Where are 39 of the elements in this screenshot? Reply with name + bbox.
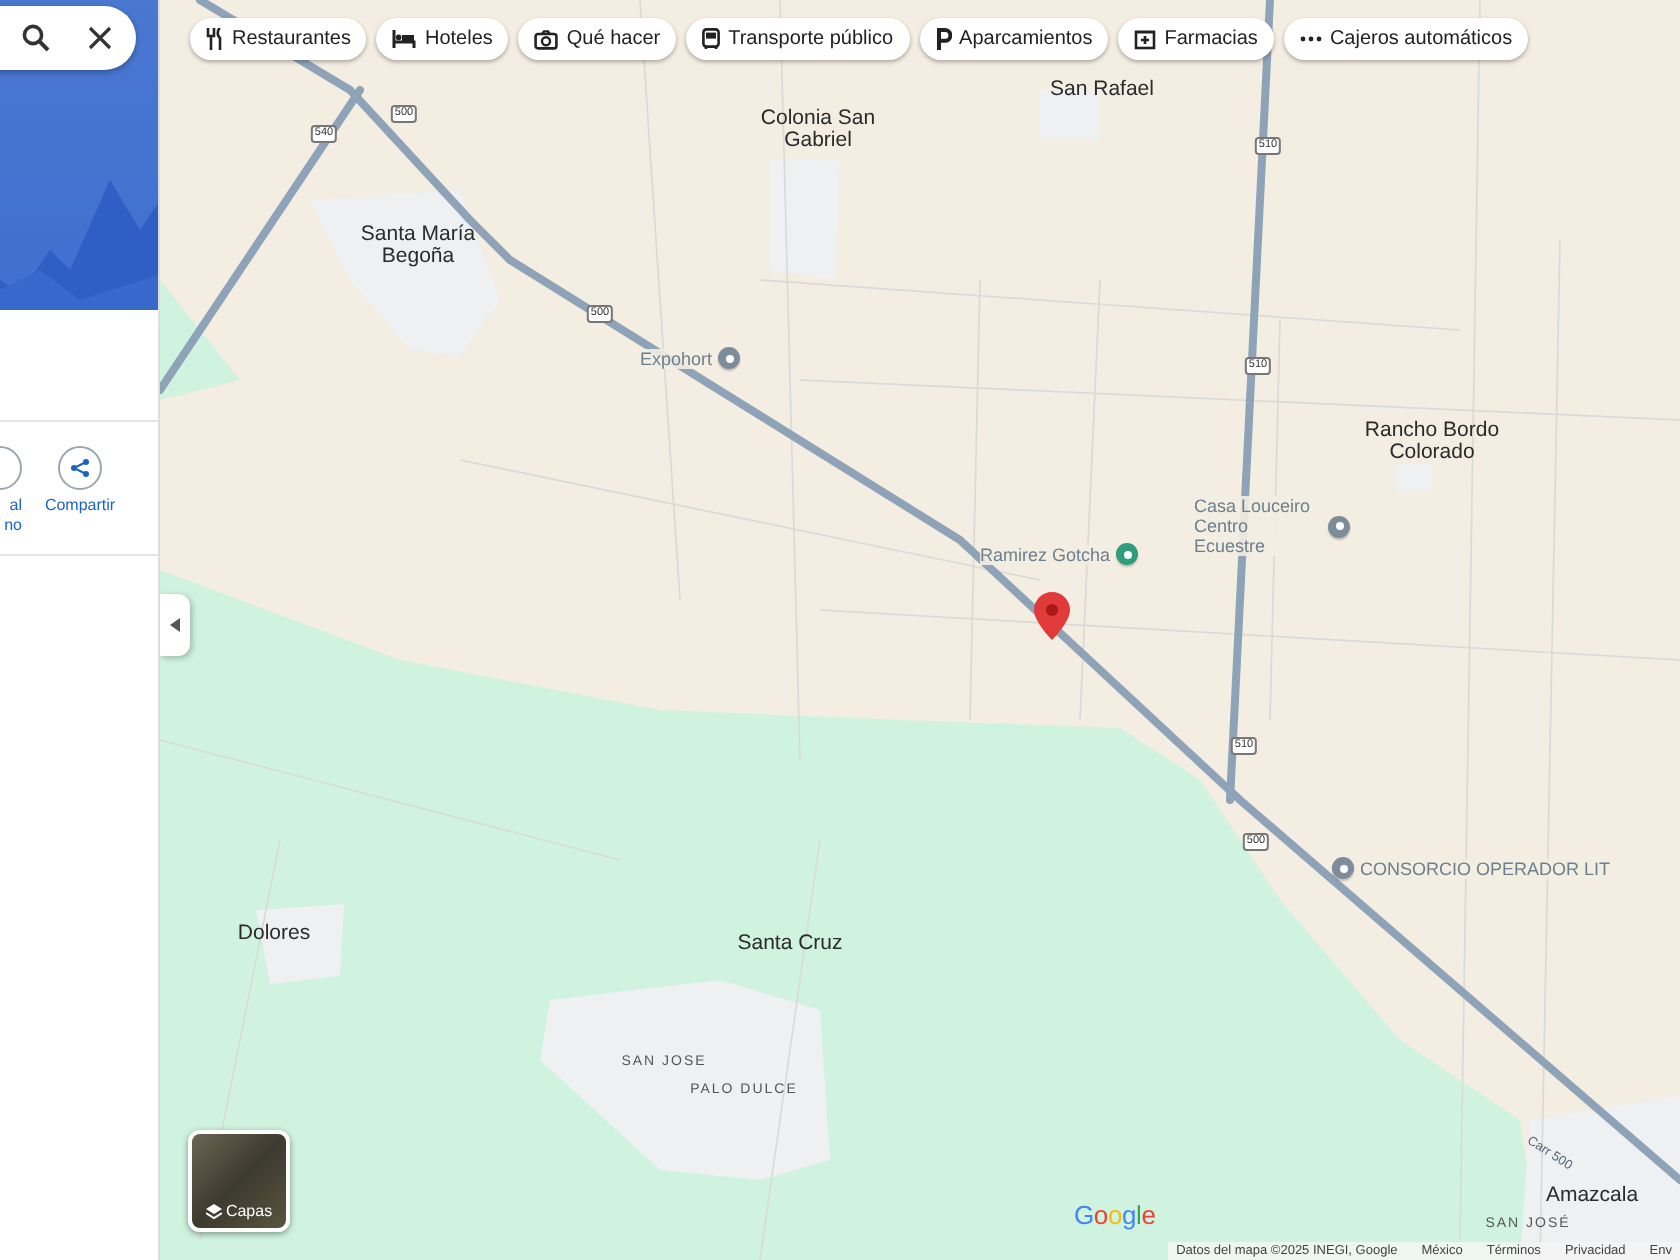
close-icon[interactable] [88, 26, 112, 50]
poi-marker[interactable] [1116, 543, 1139, 565]
category-chip[interactable]: Qué hacer [518, 18, 677, 60]
action-button[interactable]: al no [0, 446, 22, 554]
bed-icon [392, 30, 417, 48]
poi-label[interactable]: CONSORCIO OPERADOR LIT [1360, 858, 1611, 878]
place-label: Colonia San Gabriel [758, 108, 878, 152]
camera-icon [534, 29, 559, 49]
place-label: Santa Cruz [737, 933, 843, 955]
caret-icon [170, 618, 180, 632]
category-chip[interactable]: Farmacias [1118, 18, 1274, 60]
place-label: Dolores [237, 923, 311, 945]
poi-marker[interactable] [1328, 515, 1350, 537]
share-button[interactable]: Compartir [32, 446, 128, 554]
parking-icon [935, 28, 952, 50]
poi-label[interactable]: Ramirez Gotcha [980, 544, 1111, 564]
poi-marker[interactable] [1332, 857, 1354, 879]
layers-icon [205, 1204, 222, 1220]
poi-marker[interactable] [718, 347, 741, 369]
category-chip[interactable]: Transporte público [686, 18, 910, 60]
poi-label[interactable]: Expohort [640, 348, 713, 368]
fork-knife-icon [206, 28, 224, 50]
pharmacy-icon [1134, 28, 1157, 50]
collapse-panel-button[interactable] [160, 594, 190, 656]
search-icon[interactable] [22, 24, 50, 52]
map-pin-icon[interactable] [1034, 592, 1070, 640]
category-chip[interactable]: Restaurantes [190, 18, 367, 60]
more-icon [1299, 36, 1322, 42]
place-label: Amazcala [1545, 1185, 1639, 1207]
place-label: Rancho Bordo Colorado [1362, 420, 1502, 464]
place-label: San Rafael [1050, 79, 1154, 101]
google-logo: Google [1074, 1200, 1156, 1230]
category-chip[interactable]: Aparcamientos [919, 18, 1109, 60]
category-chip[interactable]: Hoteles [376, 18, 509, 60]
category-chip[interactable]: Cajeros automáticos [1283, 18, 1529, 60]
place-label: Santa María Begoña [358, 224, 478, 268]
layers-button[interactable]: Capas [188, 1130, 290, 1232]
bus-icon [702, 28, 721, 50]
share-icon [70, 458, 90, 478]
